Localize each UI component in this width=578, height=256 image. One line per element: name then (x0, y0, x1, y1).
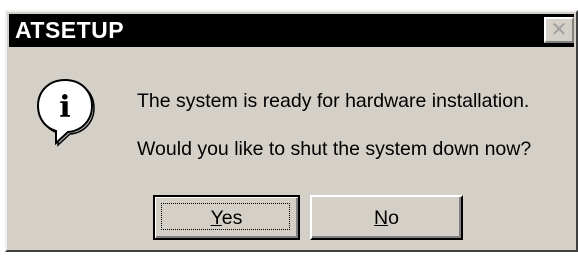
info-icon: i (36, 78, 95, 147)
message-line-2: Would you like to shut the system down n… (137, 138, 532, 160)
title-bar[interactable]: ATSETUP ✕ (9, 14, 574, 47)
yes-button[interactable]: Yes (153, 195, 300, 240)
window-title: ATSETUP (15, 17, 125, 43)
info-glyph: i (59, 90, 70, 125)
close-button[interactable]: ✕ (544, 17, 574, 43)
close-icon: ✕ (550, 17, 568, 41)
no-button[interactable]: No (310, 195, 463, 240)
message-dialog: ATSETUP ✕ i The system is ready for hard… (5, 10, 578, 252)
no-button-label: No (374, 207, 399, 229)
yes-button-label: Yes (210, 207, 243, 229)
message-line-1: The system is ready for hardware install… (137, 90, 530, 112)
